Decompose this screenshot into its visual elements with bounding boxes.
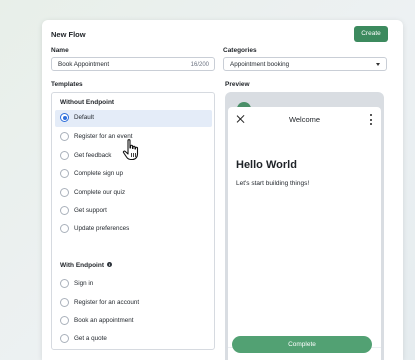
- preview-label: Preview: [225, 81, 250, 88]
- radio-button[interactable]: [60, 224, 69, 233]
- section-heading-without-endpoint: Without Endpoint: [60, 99, 115, 106]
- preview-complete-button[interactable]: Complete: [232, 336, 372, 353]
- radio-button[interactable]: [60, 316, 69, 325]
- preview-heading: Hello World: [236, 159, 297, 171]
- radio-button[interactable]: [60, 169, 69, 178]
- template-option-update-preferences[interactable]: Update preferences: [55, 221, 212, 238]
- create-button[interactable]: Create: [354, 26, 388, 42]
- template-option-sign-in[interactable]: Sign in: [55, 276, 212, 293]
- template-option-default[interactable]: Default: [55, 110, 212, 127]
- radio-button[interactable]: [60, 298, 69, 307]
- radio-button[interactable]: [60, 188, 69, 197]
- radio-button[interactable]: [60, 279, 69, 288]
- name-input-value: Book Appointment: [58, 61, 110, 68]
- template-option-book-appointment[interactable]: Book an appointment: [55, 313, 212, 330]
- template-option-register-account[interactable]: Register for an account: [55, 295, 212, 312]
- radio-button[interactable]: [60, 113, 69, 122]
- templates-label: Templates: [51, 81, 83, 88]
- section-heading-with-endpoint: With Endpoint i: [60, 262, 112, 269]
- radio-button[interactable]: [60, 334, 69, 343]
- template-option-complete-quiz[interactable]: Complete our quiz: [55, 185, 212, 202]
- template-option-complete-sign-up[interactable]: Complete sign up: [55, 166, 212, 183]
- name-char-counter: 16/200: [190, 62, 209, 68]
- name-label: Name: [51, 47, 69, 54]
- dialog-title: New Flow: [51, 30, 86, 39]
- template-option-get-quote[interactable]: Get a quote: [55, 331, 212, 348]
- preview-body-text: Let's start building things!: [236, 180, 310, 187]
- template-option-label: Book an appointment: [74, 317, 134, 324]
- preview-screen-header: Welcome: [228, 107, 381, 133]
- template-option-label: Register for an account: [74, 299, 140, 306]
- template-option-label: Default: [74, 114, 94, 121]
- info-icon[interactable]: i: [106, 262, 112, 267]
- hand-pointer-cursor: [122, 139, 139, 161]
- categories-select-value: Appointment booking: [230, 61, 290, 68]
- radio-button[interactable]: [60, 206, 69, 215]
- template-option-label: Get support: [74, 207, 107, 214]
- radio-button[interactable]: [60, 132, 69, 141]
- chevron-down-icon: [376, 63, 380, 66]
- template-option-label: Complete our quiz: [74, 189, 126, 196]
- template-option-label: Update preferences: [74, 225, 130, 232]
- template-option-get-support[interactable]: Get support: [55, 203, 212, 220]
- template-option-label: Get a quote: [74, 335, 107, 342]
- radio-button[interactable]: [60, 151, 69, 160]
- template-option-label: Sign in: [74, 280, 94, 287]
- categories-label: Categories: [223, 47, 257, 54]
- more-vertical-icon[interactable]: [369, 114, 373, 125]
- section-heading-with-endpoint-label: With Endpoint: [60, 262, 104, 269]
- name-input[interactable]: Book Appointment 16/200: [51, 57, 215, 71]
- preview-screen-title: Welcome: [288, 115, 321, 124]
- template-option-label: Complete sign up: [74, 170, 124, 177]
- templates-list: Without Endpoint Default Register for an…: [51, 92, 215, 350]
- categories-select[interactable]: Appointment booking: [223, 57, 387, 71]
- phone-preview: Welcome Hello World Let's start building…: [228, 107, 381, 360]
- template-option-label: Get feedback: [74, 152, 112, 159]
- preview-panel: Welcome Hello World Let's start building…: [225, 92, 384, 360]
- new-flow-dialog: New Flow Create Name Book Appointment 16…: [42, 20, 403, 360]
